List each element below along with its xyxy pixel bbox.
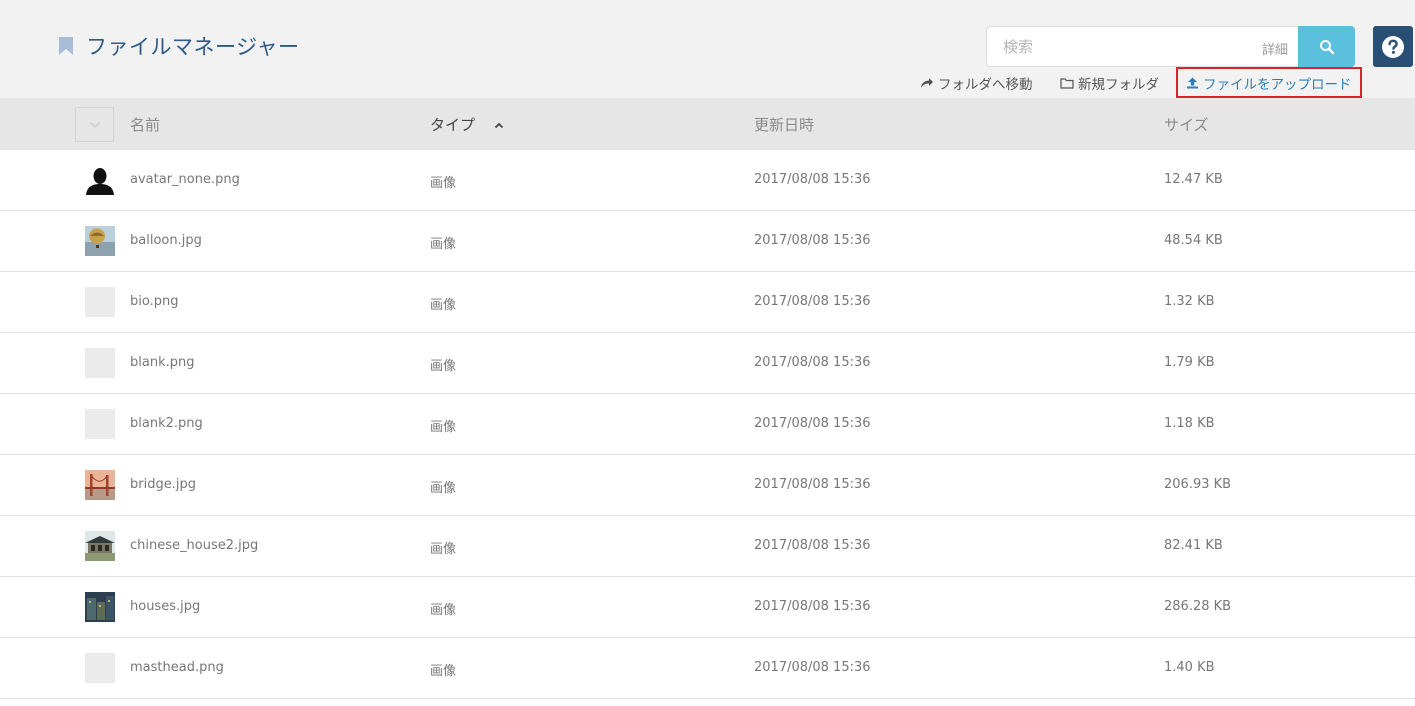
file-modified-date: 2017/08/08 15:36 bbox=[754, 233, 871, 248]
search-box: 詳細 bbox=[986, 26, 1355, 67]
table-row[interactable]: bridge.jpg 画像 2017/08/08 15:36 206.93 KB bbox=[0, 455, 1415, 516]
table-row[interactable]: balloon.jpg 画像 2017/08/08 15:36 48.54 KB bbox=[0, 211, 1415, 272]
new-folder-link[interactable]: 新規フォルダ bbox=[1060, 69, 1159, 97]
column-header-name[interactable]: 名前 bbox=[130, 114, 160, 135]
file-name[interactable]: avatar_none.png bbox=[130, 172, 240, 187]
table-row[interactable]: avatar_none.png 画像 2017/08/08 15:36 12.47 K… bbox=[0, 150, 1415, 211]
file-modified-date: 2017/08/08 15:36 bbox=[754, 416, 871, 431]
bookmark-icon bbox=[59, 37, 73, 55]
upload-file-label: ファイルをアップロード bbox=[1203, 76, 1352, 93]
search-button[interactable] bbox=[1298, 26, 1355, 67]
select-all-checkbox[interactable] bbox=[75, 107, 114, 142]
file-name[interactable]: chinese_house2.jpg bbox=[130, 538, 258, 553]
page-title: ファイルマネージャー bbox=[86, 35, 300, 59]
table-row[interactable]: blank.png 画像 2017/08/08 15:36 1.79 KB bbox=[0, 333, 1415, 394]
sort-ascending-icon bbox=[494, 122, 503, 129]
search-icon bbox=[1319, 39, 1334, 54]
column-header-type[interactable]: タイプ bbox=[430, 114, 504, 135]
table-row[interactable]: chinese_house2.jpg 画像 2017/08/08 15:36 82.4… bbox=[0, 516, 1415, 577]
file-name[interactable]: houses.jpg bbox=[130, 599, 200, 614]
header-bar: ファイルマネージャー 詳細 フォルダへ移動 新規フォルダ bbox=[0, 0, 1415, 98]
file-type: 画像 bbox=[430, 481, 457, 496]
file-type: 画像 bbox=[430, 664, 457, 679]
file-modified-date: 2017/08/08 15:36 bbox=[754, 477, 871, 492]
file-size: 12.47 KB bbox=[1164, 172, 1223, 187]
file-name[interactable]: masthead.png bbox=[130, 660, 224, 675]
file-type: 画像 bbox=[430, 237, 457, 252]
file-name[interactable]: blank2.png bbox=[130, 416, 203, 431]
share-arrow-icon bbox=[921, 78, 933, 88]
file-modified-date: 2017/08/08 15:36 bbox=[754, 660, 871, 675]
upload-file-link[interactable]: ファイルをアップロード bbox=[1176, 67, 1362, 98]
table-row[interactable]: masthead.png 画像 2017/08/08 15:36 1.40 KB bbox=[0, 638, 1415, 699]
file-thumbnail bbox=[85, 165, 115, 195]
file-type: 画像 bbox=[430, 176, 457, 191]
file-name[interactable]: bio.png bbox=[130, 294, 178, 309]
column-header-date[interactable]: 更新日時 bbox=[754, 114, 814, 135]
file-thumbnail bbox=[85, 592, 115, 622]
file-type: 画像 bbox=[430, 298, 457, 313]
help-icon bbox=[1382, 35, 1404, 58]
file-thumbnail bbox=[85, 531, 115, 561]
file-modified-date: 2017/08/08 15:36 bbox=[754, 294, 871, 309]
title-area: ファイルマネージャー bbox=[58, 31, 300, 61]
file-type: 画像 bbox=[430, 420, 457, 435]
file-size: 286.28 KB bbox=[1164, 599, 1232, 614]
column-header-type-label: タイプ bbox=[430, 116, 476, 134]
new-folder-label: 新規フォルダ bbox=[1078, 77, 1159, 93]
move-to-folder-link[interactable]: フォルダへ移動 bbox=[920, 69, 1033, 97]
file-modified-date: 2017/08/08 15:36 bbox=[754, 599, 871, 614]
search-field-wrapper: 詳細 bbox=[986, 26, 1298, 67]
file-size: 1.18 KB bbox=[1164, 416, 1215, 431]
file-thumbnail bbox=[85, 470, 115, 500]
file-list: avatar_none.png 画像 2017/08/08 15:36 12.47 K… bbox=[0, 150, 1415, 699]
file-size: 82.41 KB bbox=[1164, 538, 1223, 553]
table-row[interactable]: bio.png 画像 2017/08/08 15:36 1.32 KB bbox=[0, 272, 1415, 333]
file-name[interactable]: blank.png bbox=[130, 355, 194, 370]
file-type: 画像 bbox=[430, 603, 457, 618]
file-size: 1.79 KB bbox=[1164, 355, 1215, 370]
file-size: 1.32 KB bbox=[1164, 294, 1215, 309]
file-name[interactable]: balloon.jpg bbox=[130, 233, 202, 248]
file-thumbnail bbox=[85, 287, 115, 317]
search-input[interactable] bbox=[987, 27, 1298, 66]
file-name[interactable]: bridge.jpg bbox=[130, 477, 196, 492]
table-header: 名前 タイプ 更新日時 サイズ bbox=[0, 98, 1415, 150]
file-modified-date: 2017/08/08 15:36 bbox=[754, 172, 871, 187]
folder-icon bbox=[1060, 78, 1074, 89]
file-thumbnail bbox=[85, 348, 115, 378]
file-size: 1.40 KB bbox=[1164, 660, 1215, 675]
file-size: 48.54 KB bbox=[1164, 233, 1223, 248]
chevron-down-icon bbox=[89, 121, 100, 128]
file-modified-date: 2017/08/08 15:36 bbox=[754, 538, 871, 553]
file-thumbnail bbox=[85, 226, 115, 256]
move-to-folder-label: フォルダへ移動 bbox=[938, 77, 1033, 93]
file-size: 206.93 KB bbox=[1164, 477, 1232, 492]
table-row[interactable]: blank2.png 画像 2017/08/08 15:36 1.18 KB bbox=[0, 394, 1415, 455]
search-detail-link[interactable]: 詳細 bbox=[1262, 39, 1288, 58]
file-thumbnail bbox=[85, 653, 115, 683]
file-type: 画像 bbox=[430, 542, 457, 557]
file-thumbnail bbox=[85, 409, 115, 439]
upload-icon bbox=[1187, 77, 1198, 88]
file-modified-date: 2017/08/08 15:36 bbox=[754, 355, 871, 370]
column-header-size[interactable]: サイズ bbox=[1164, 114, 1209, 135]
help-button[interactable] bbox=[1373, 26, 1413, 67]
file-type: 画像 bbox=[430, 359, 457, 374]
table-row[interactable]: houses.jpg 画像 2017/08/08 15:36 286.28 KB bbox=[0, 577, 1415, 638]
